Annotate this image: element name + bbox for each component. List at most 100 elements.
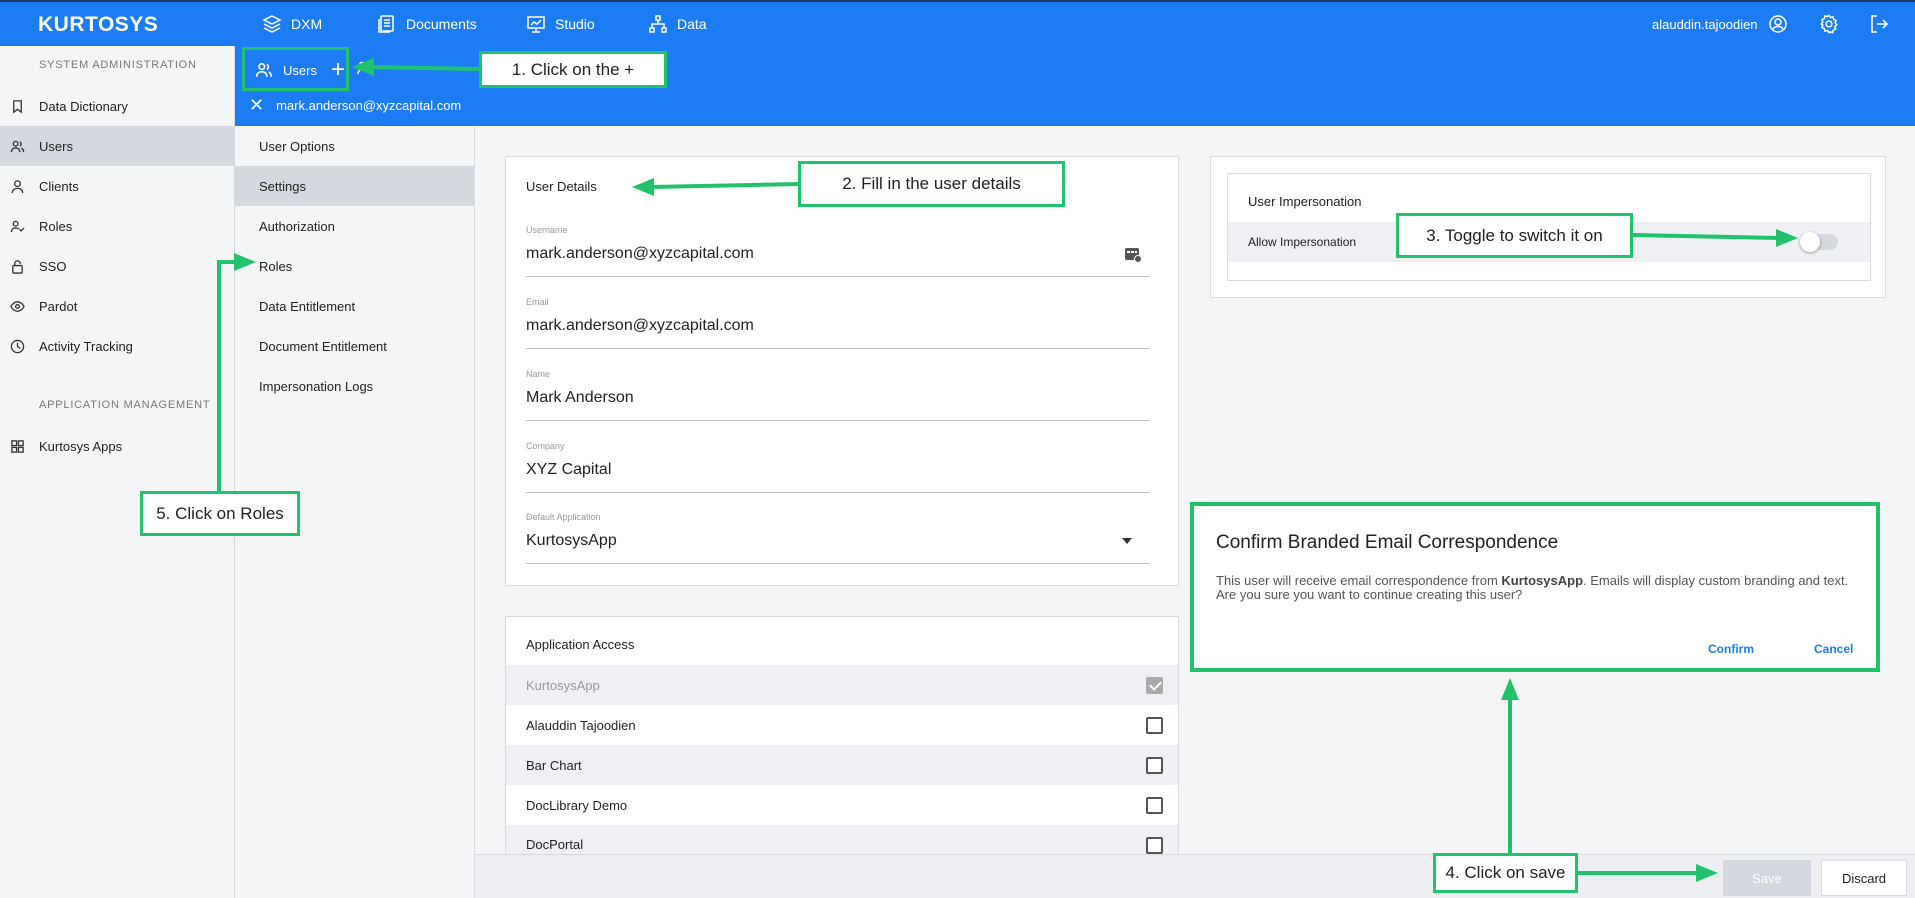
chevron-down-icon[interactable]	[1122, 538, 1132, 544]
user-avatar-icon[interactable]	[1768, 14, 1788, 34]
nav-data-label: Data	[677, 16, 707, 32]
confirm-email-dialog: Confirm Branded Email Correspondence Thi…	[1190, 502, 1880, 672]
open-record-tab[interactable]: ✕ mark.anderson@xyzcapital.com	[249, 96, 461, 114]
autofill-card-icon[interactable]	[1124, 245, 1142, 263]
list-item: KurtosysApp	[506, 665, 1178, 705]
name-value: Mark Anderson	[526, 389, 634, 406]
default-application-value: KurtosysApp	[526, 532, 617, 549]
eye-icon	[10, 300, 25, 312]
person-icon	[11, 179, 24, 193]
application-access-title: Application Access	[526, 637, 635, 652]
app-access-checkbox[interactable]	[1146, 757, 1163, 774]
dialog-title: Confirm Branded Email Correspondence	[1216, 532, 1559, 553]
subnav-item-user-options[interactable]: User Options	[235, 126, 474, 166]
sidebar-item-activity-tracking[interactable]: Activity Tracking	[0, 326, 235, 366]
username-field[interactable]: Username mark.anderson@xyzcapital.com	[526, 225, 1150, 277]
callout-step-2: 2. Fill in the user details	[798, 161, 1065, 207]
sidebar-item-sso[interactable]: SSO	[0, 246, 235, 286]
documents-icon	[378, 15, 394, 33]
name-label: Name	[526, 369, 551, 379]
admin-sidebar: SYSTEM ADMINISTRATION Data Dictionary Us…	[0, 46, 235, 898]
sidebar-item-data-dictionary[interactable]: Data Dictionary	[0, 86, 235, 126]
app-access-checkbox[interactable]	[1146, 797, 1163, 814]
sidebar-item-roles[interactable]: Roles	[0, 206, 235, 246]
list-item[interactable]: DocLibrary Demo	[506, 785, 1178, 825]
users-icon	[10, 140, 25, 152]
callout-step-5: 5. Click on Roles	[140, 491, 300, 536]
callout-step-1: 1. Click on the +	[479, 51, 667, 88]
close-icon[interactable]: ✕	[249, 96, 264, 114]
user-settings-icon[interactable]	[355, 60, 371, 76]
dialog-body-prefix: This user will receive email corresponde…	[1216, 573, 1502, 588]
app-access-label: Alauddin Tajoodien	[526, 717, 636, 733]
users-plus-highlight	[242, 47, 349, 91]
open-record-label: mark.anderson@xyzcapital.com	[276, 97, 462, 113]
bookmark-icon	[13, 99, 22, 113]
grid-icon	[11, 439, 24, 453]
allow-impersonation-label: Allow Impersonation	[1248, 235, 1357, 249]
app-access-label: DocLibrary Demo	[526, 797, 628, 813]
app-management-heading: APPLICATION MANAGEMENT	[39, 399, 211, 411]
sidebar-item-kurtosys-apps[interactable]: Kurtosys Apps	[0, 426, 235, 466]
app-access-label: Bar Chart	[526, 757, 582, 773]
sidebar-item-label: Clients	[39, 178, 79, 194]
nav-dxm[interactable]: DXM	[262, 2, 322, 46]
allow-impersonation-toggle[interactable]	[1800, 232, 1838, 252]
presentation-icon	[527, 16, 545, 33]
current-user-name[interactable]: alauddin.tajoodien	[1652, 17, 1758, 32]
save-button[interactable]: Save	[1723, 860, 1811, 896]
sidebar-item-clients[interactable]: Clients	[0, 166, 235, 206]
lock-icon	[12, 259, 23, 274]
subnav-item-roles[interactable]: Roles	[235, 246, 474, 286]
hierarchy-icon	[649, 15, 667, 33]
nav-documents-label: Documents	[406, 16, 477, 32]
impersonation-title: User Impersonation	[1248, 194, 1362, 209]
username-label: Username	[526, 225, 568, 235]
list-item[interactable]: Bar Chart	[506, 745, 1178, 785]
email-label: Email	[526, 297, 549, 307]
list-item[interactable]: Alauddin Tajoodien	[506, 705, 1178, 745]
clock-icon	[10, 339, 25, 353]
dialog-body-app: KurtosysApp	[1501, 573, 1584, 588]
app-access-checkbox[interactable]	[1146, 837, 1163, 854]
subnav-item-authorization[interactable]: Authorization	[235, 206, 474, 246]
sidebar-item-label: Data Dictionary	[39, 98, 128, 114]
email-field[interactable]: Email mark.anderson@xyzcapital.com	[526, 297, 1150, 349]
discard-button[interactable]: Discard	[1821, 860, 1907, 896]
nav-studio[interactable]: Studio	[526, 2, 595, 46]
user-details-card: User Details Username mark.anderson@xyzc…	[505, 156, 1179, 586]
cancel-button[interactable]: Cancel	[1814, 642, 1853, 656]
top-bar: KURTOSYS DXM Documents Studio Data alaud…	[0, 0, 1915, 46]
subnav-item-document-entitlement[interactable]: Document Entitlement	[235, 326, 474, 366]
subnav-item-data-entitlement[interactable]: Data Entitlement	[235, 286, 474, 326]
callout-step-4: 4. Click on save	[1433, 853, 1578, 893]
sidebar-item-label: Roles	[39, 218, 73, 234]
company-field[interactable]: Company XYZ Capital	[526, 441, 1150, 493]
name-field[interactable]: Name Mark Anderson	[526, 369, 1150, 421]
default-application-select[interactable]: Default Application KurtosysApp	[526, 512, 1150, 564]
sidebar-item-pardot[interactable]: Pardot	[0, 286, 235, 326]
main-content: User Details Username mark.anderson@xyzc…	[475, 126, 1915, 855]
email-value: mark.anderson@xyzcapital.com	[526, 317, 754, 334]
app-access-checkbox[interactable]	[1146, 717, 1163, 734]
gear-icon[interactable]	[1818, 13, 1840, 35]
sidebar-item-label: Users	[39, 138, 73, 154]
layers-icon	[262, 15, 282, 33]
subnav-item-impersonation-logs[interactable]: Impersonation Logs	[235, 366, 474, 406]
sidebar-item-label: Kurtosys Apps	[39, 438, 123, 454]
app-access-checkbox	[1146, 677, 1163, 694]
nav-data[interactable]: Data	[648, 2, 707, 46]
sidebar-item-users[interactable]: Users	[0, 126, 235, 166]
sidebar-item-label: Activity Tracking	[39, 338, 133, 354]
application-access-card: Application Access KurtosysApp Alauddin …	[505, 616, 1179, 855]
nav-documents[interactable]: Documents	[377, 2, 477, 46]
form-footer: Save Discard	[475, 854, 1915, 898]
logout-icon[interactable]	[1868, 13, 1890, 35]
confirm-button[interactable]: Confirm	[1708, 642, 1754, 656]
nav-studio-label: Studio	[555, 16, 595, 32]
subnav-item-settings[interactable]: Settings	[235, 166, 474, 206]
list-item[interactable]: DocPortal	[506, 825, 1178, 855]
company-value: XYZ Capital	[526, 461, 612, 478]
person-check-icon	[10, 220, 25, 232]
company-label: Company	[526, 441, 565, 451]
